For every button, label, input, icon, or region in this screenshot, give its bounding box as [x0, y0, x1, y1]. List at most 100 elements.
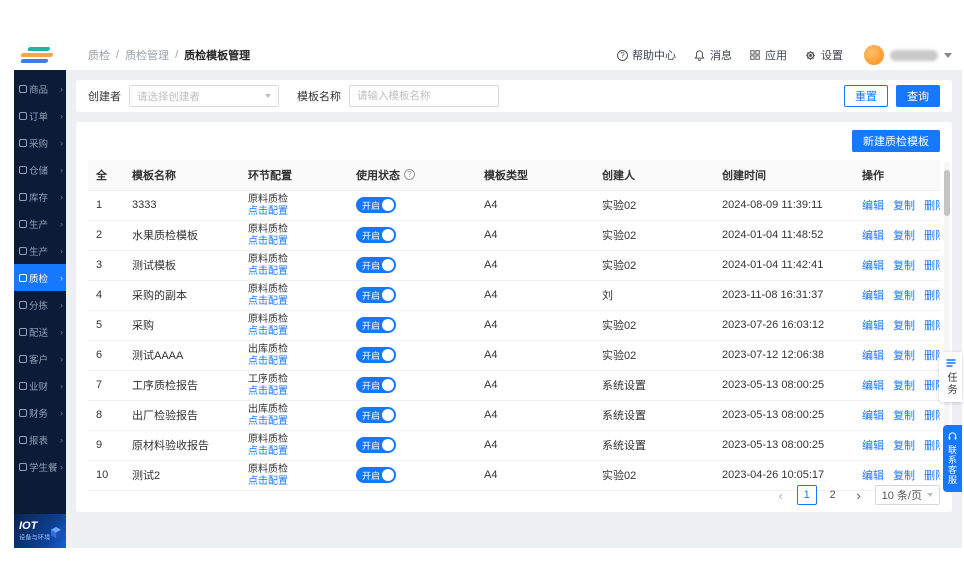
configure-link[interactable]: 点击配置 — [248, 356, 288, 367]
toggle-knob — [382, 379, 394, 391]
tasks-button[interactable]: 任务 — [939, 352, 962, 402]
sidebar-item-label: 生产 — [29, 244, 58, 258]
page-size-select[interactable]: 10 条/页 — [875, 485, 940, 505]
status-toggle[interactable]: 开启 — [356, 287, 396, 303]
configure-link[interactable]: 点击配置 — [248, 296, 288, 307]
info-icon[interactable]: ? — [404, 169, 415, 180]
creator-select[interactable]: 请选择创建者 — [129, 85, 279, 107]
template-name-input[interactable] — [349, 85, 499, 107]
sidebar-item[interactable]: 生产 › — [14, 237, 66, 264]
chevron-right-icon: › — [60, 219, 63, 229]
sidebar-item[interactable]: 财务 › — [14, 399, 66, 426]
configure-link[interactable]: 点击配置 — [248, 446, 288, 457]
sidebar-item[interactable]: 客户 › — [14, 345, 66, 372]
reset-button[interactable]: 重置 — [844, 85, 888, 107]
copy-link[interactable]: 复制 — [893, 200, 915, 212]
page-button-1[interactable]: 1 — [797, 485, 817, 505]
status-toggle[interactable]: 开启 — [356, 257, 396, 273]
copy-link[interactable]: 复制 — [893, 260, 915, 272]
configure-link[interactable]: 点击配置 — [248, 416, 288, 427]
settings-button[interactable]: 设置 — [804, 47, 843, 63]
sidebar-item[interactable]: 订单 › — [14, 102, 66, 129]
sidebar-item[interactable]: 配送 › — [14, 318, 66, 345]
status-toggle[interactable]: 开启 — [356, 227, 396, 243]
copy-link[interactable]: 复制 — [893, 470, 915, 482]
delete-link[interactable]: 删除 — [924, 320, 940, 332]
status-toggle[interactable]: 开启 — [356, 377, 396, 393]
sidebar-item[interactable]: 业财 › — [14, 372, 66, 399]
delete-link[interactable]: 删除 — [924, 470, 940, 482]
sidebar-item-label: 报表 — [29, 433, 58, 447]
delete-link[interactable]: 删除 — [924, 260, 940, 272]
sidebar-item[interactable]: 库存 › — [14, 183, 66, 210]
edit-link[interactable]: 编辑 — [862, 350, 884, 362]
copy-link[interactable]: 复制 — [893, 440, 915, 452]
edit-link[interactable]: 编辑 — [862, 260, 884, 272]
status-cell: 开启 — [348, 460, 476, 490]
configure-link[interactable]: 点击配置 — [248, 326, 288, 337]
next-page-button[interactable]: › — [849, 485, 869, 505]
configure-link[interactable]: 点击配置 — [248, 266, 288, 277]
delete-link[interactable]: 删除 — [924, 200, 940, 212]
configure-link[interactable]: 点击配置 — [248, 236, 288, 247]
sidebar-item[interactable]: 学生餐 › — [14, 453, 66, 480]
new-template-button[interactable]: 新建质检模板 — [852, 130, 940, 152]
delete-link[interactable]: 删除 — [924, 290, 940, 302]
edit-link[interactable]: 编辑 — [862, 410, 884, 422]
delete-link[interactable]: 删除 — [924, 440, 940, 452]
help-center-button[interactable]: ? 帮助中心 — [617, 47, 676, 63]
sidebar-item[interactable]: 分拣 › — [14, 291, 66, 318]
copy-link[interactable]: 复制 — [893, 290, 915, 302]
edit-link[interactable]: 编辑 — [862, 380, 884, 392]
page-button-2[interactable]: 2 — [823, 485, 843, 505]
edit-link[interactable]: 编辑 — [862, 290, 884, 302]
edit-link[interactable]: 编辑 — [862, 230, 884, 242]
copy-link[interactable]: 复制 — [893, 380, 915, 392]
breadcrumb-item[interactable]: 质检 — [88, 47, 110, 63]
column-header-created: 创建时间 — [714, 160, 854, 190]
status-toggle[interactable]: 开启 — [356, 197, 396, 213]
toggle-knob — [382, 409, 394, 421]
delete-link[interactable]: 删除 — [924, 230, 940, 242]
copy-link[interactable]: 复制 — [893, 410, 915, 422]
sidebar-item[interactable]: 采购 › — [14, 129, 66, 156]
status-toggle[interactable]: 开启 — [356, 317, 396, 333]
sidebar-item[interactable]: 商品 › — [14, 75, 66, 102]
template-name: 原材料验收报告 — [124, 430, 240, 460]
delete-link[interactable]: 删除 — [924, 350, 940, 362]
prev-page-button[interactable]: ‹ — [771, 485, 791, 505]
edit-link[interactable]: 编辑 — [862, 200, 884, 212]
chevron-right-icon: › — [60, 354, 63, 364]
breadcrumb-item[interactable]: 质检管理 — [125, 47, 169, 63]
pagination: ‹ 1 2 › 10 条/页 — [771, 485, 940, 505]
contact-service-button[interactable]: 联系客服 — [943, 425, 962, 492]
user-menu[interactable] — [864, 45, 952, 65]
sidebar-item[interactable]: 生产 › — [14, 210, 66, 237]
edit-link[interactable]: 编辑 — [862, 440, 884, 452]
column-header-index: 全 — [88, 160, 124, 190]
apps-button[interactable]: 应用 — [749, 47, 787, 63]
configure-link[interactable]: 点击配置 — [248, 386, 288, 397]
sidebar-item[interactable]: 质检 › — [14, 264, 66, 291]
copy-link[interactable]: 复制 — [893, 350, 915, 362]
sidebar-item[interactable]: 报表 › — [14, 426, 66, 453]
scrollbar-thumb[interactable] — [944, 170, 950, 216]
status-toggle[interactable]: 开启 — [356, 347, 396, 363]
search-button[interactable]: 查询 — [896, 85, 940, 107]
edit-link[interactable]: 编辑 — [862, 320, 884, 332]
status-toggle[interactable]: 开启 — [356, 407, 396, 423]
status-toggle[interactable]: 开启 — [356, 467, 396, 483]
row-index: 4 — [88, 280, 124, 310]
configure-link[interactable]: 点击配置 — [248, 206, 288, 217]
chevron-right-icon: › — [60, 273, 63, 283]
edit-link[interactable]: 编辑 — [862, 470, 884, 482]
sidebar-item[interactable]: 仓储 › — [14, 156, 66, 183]
copy-link[interactable]: 复制 — [893, 320, 915, 332]
status-toggle[interactable]: 开启 — [356, 437, 396, 453]
copy-link[interactable]: 复制 — [893, 230, 915, 242]
messages-button[interactable]: 消息 — [693, 47, 732, 63]
configure-link[interactable]: 点击配置 — [248, 476, 288, 487]
chevron-right-icon: › — [60, 192, 63, 202]
delete-link[interactable]: 删除 — [924, 380, 940, 392]
delete-link[interactable]: 删除 — [924, 410, 940, 422]
